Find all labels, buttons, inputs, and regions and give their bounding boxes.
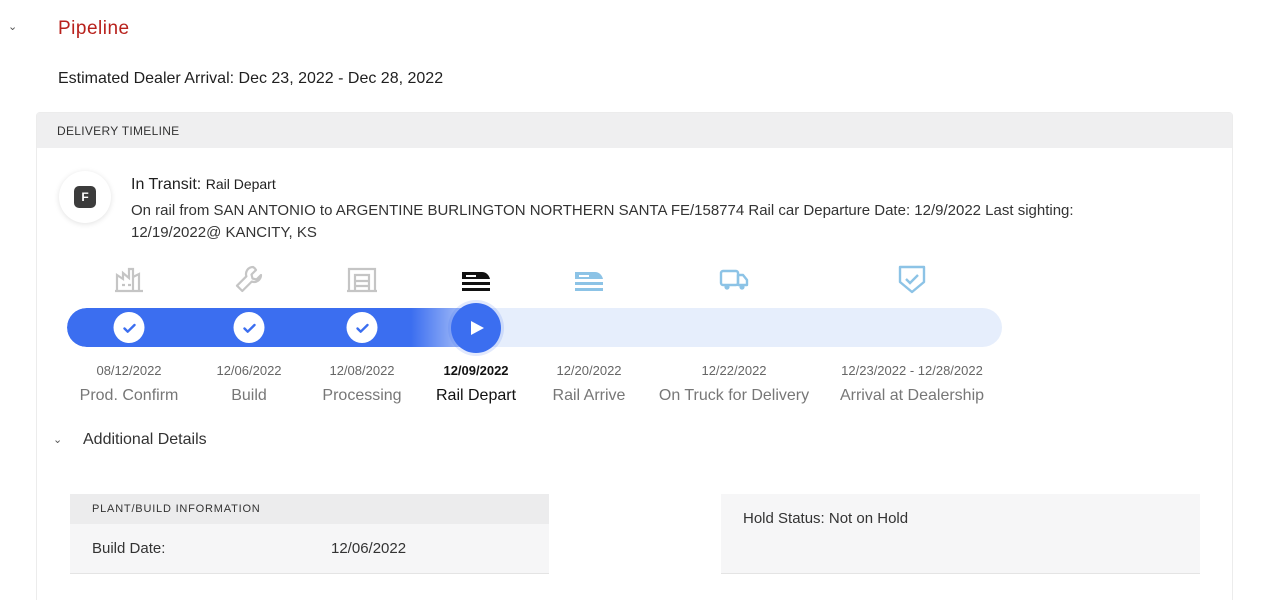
train-icon (571, 263, 607, 295)
step-label: Processing (322, 387, 402, 404)
estimated-arrival: Estimated Dealer Arrival: Dec 23, 2022 -… (58, 70, 444, 87)
step-label: Rail Arrive (552, 387, 626, 404)
step-complete-node[interactable] (346, 312, 378, 343)
step-icons-row (37, 263, 1037, 299)
shield-check-icon (894, 263, 930, 295)
step-date: 12/23/2022 - 12/28/2022 (841, 363, 983, 378)
status-description: On rail from SAN ANTONIO to ARGENTINE BU… (131, 202, 1074, 241)
step-date: 12/22/2022 (701, 363, 767, 378)
step-date: 12/08/2022 (329, 363, 395, 378)
step-complete-node[interactable] (233, 312, 265, 343)
build-date-label: Build Date: (92, 540, 166, 557)
card-header: DELIVERY TIMELINE (37, 113, 1232, 148)
step-complete-node[interactable] (113, 312, 145, 343)
status-badge-wrap: F (59, 171, 111, 223)
processing-icon (344, 263, 380, 295)
additional-details-toggle[interactable]: Additional Details (83, 431, 207, 449)
build-date-row: Build Date: 12/06/2022 (70, 524, 549, 574)
step-label: Prod. Confirm (79, 387, 179, 404)
train-icon (458, 263, 494, 295)
build-date-value: 12/06/2022 (331, 540, 407, 557)
status-title: In Transit: Rail Depart (131, 176, 276, 194)
step-date: 08/12/2022 (96, 363, 162, 378)
step-label: Arrival at Dealership (839, 387, 985, 404)
truck-icon (716, 263, 752, 295)
collapse-chevron-icon[interactable]: ⌄ (8, 20, 20, 33)
hold-status: Hold Status: Not on Hold (743, 510, 909, 527)
wrench-icon (231, 263, 267, 295)
step-label: Rail Depart (435, 387, 517, 404)
plant-build-header: PLANT/BUILD INFORMATION (70, 494, 549, 524)
step-label: Build (231, 387, 267, 404)
progress-track (67, 308, 1002, 347)
chevron-down-icon[interactable]: ⌄ (53, 433, 62, 446)
plant-build-panel: PLANT/BUILD INFORMATION Build Date: 12/0… (70, 494, 549, 574)
status-badge: F (74, 186, 96, 208)
step-label: On Truck for Delivery (658, 387, 810, 404)
step-date: 12/06/2022 (216, 363, 282, 378)
hold-status-panel: Hold Status: Not on Hold (721, 494, 1200, 574)
delivery-timeline-card: DELIVERY TIMELINE F In Transit: Rail Dep… (36, 112, 1233, 600)
current-step-play-icon[interactable] (451, 303, 501, 353)
status-title-main: In Transit: (131, 176, 202, 193)
step-date: 12/09/2022 (443, 363, 509, 378)
factory-icon (111, 263, 147, 295)
step-date: 12/20/2022 (556, 363, 622, 378)
section-title: Pipeline (58, 18, 130, 39)
status-title-sub: Rail Depart (205, 176, 276, 192)
